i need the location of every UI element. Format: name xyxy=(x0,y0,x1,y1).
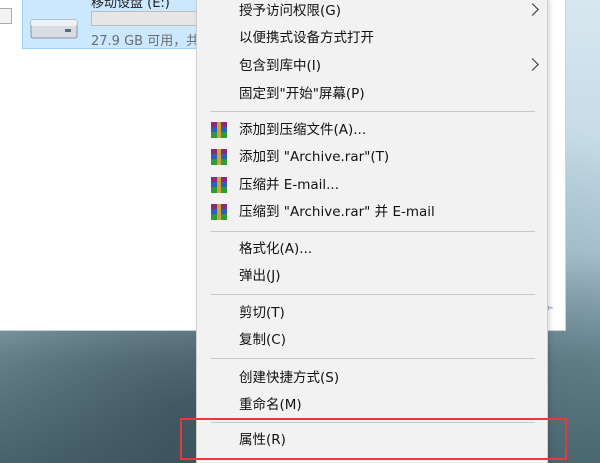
checkbox-stub[interactable] xyxy=(0,8,12,24)
menu-label: 包含到库中(I) xyxy=(239,58,322,74)
menu-create-shortcut[interactable]: 创建快捷方式(S) xyxy=(197,365,547,391)
chevron-right-icon xyxy=(526,58,539,71)
menu-open-portable[interactable]: 以便携式设备方式打开 xyxy=(197,25,547,51)
menu-separator xyxy=(211,231,535,232)
winrar-icon xyxy=(211,177,227,193)
drive-name: 移动设盘 (E:) xyxy=(91,0,170,11)
menu-format[interactable]: 格式化(A)... xyxy=(197,236,547,262)
menu-grant-access[interactable]: 授予访问权限(G) xyxy=(197,0,547,24)
usb-drive-icon xyxy=(30,19,78,39)
menu-label: 压缩并 E-mail... xyxy=(239,177,339,193)
menu-label: 固定到"开始"屏幕(P) xyxy=(239,86,365,102)
menu-separator xyxy=(211,294,535,295)
context-menu: 授予访问权限(G) 以便携式设备方式打开 包含到库中(I) 固定到"开始"屏幕(… xyxy=(196,0,548,463)
winrar-icon xyxy=(211,149,227,165)
menu-cut[interactable]: 剪切(T) xyxy=(197,300,547,326)
menu-pin-start[interactable]: 固定到"开始"屏幕(P) xyxy=(197,81,547,107)
menu-label: 压缩到 "Archive.rar" 并 E-mail xyxy=(239,204,435,220)
menu-label: 添加到压缩文件(A)... xyxy=(239,122,367,138)
menu-eject[interactable]: 弹出(J) xyxy=(197,263,547,289)
menu-label: 弹出(J) xyxy=(239,268,281,284)
menu-rename[interactable]: 重命名(M) xyxy=(197,392,547,418)
menu-compress-email[interactable]: 压缩并 E-mail... xyxy=(197,172,547,198)
menu-label: 复制(C) xyxy=(239,332,286,348)
menu-label: 创建快捷方式(S) xyxy=(239,370,340,386)
winrar-icon xyxy=(211,122,227,138)
menu-label: 剪切(T) xyxy=(239,305,285,321)
menu-separator xyxy=(211,358,535,359)
highlight-box xyxy=(180,418,567,460)
menu-add-archive[interactable]: 添加到压缩文件(A)... xyxy=(197,117,547,143)
winrar-icon xyxy=(211,204,227,220)
menu-include-library[interactable]: 包含到库中(I) xyxy=(197,53,547,79)
menu-label: 添加到 "Archive.rar"(T) xyxy=(239,149,390,165)
menu-copy[interactable]: 复制(C) xyxy=(197,327,547,353)
menu-compress-rar-email[interactable]: 压缩到 "Archive.rar" 并 E-mail xyxy=(197,199,547,225)
menu-label: 授予访问权限(G) xyxy=(239,3,341,19)
menu-add-archive-rar[interactable]: 添加到 "Archive.rar"(T) xyxy=(197,144,547,170)
menu-separator xyxy=(211,111,535,112)
menu-label: 重命名(M) xyxy=(239,397,302,413)
menu-label: 以便携式设备方式打开 xyxy=(239,30,374,46)
drive-free-space: 27.9 GB 可用，共 xyxy=(91,34,200,49)
menu-label: 格式化(A)... xyxy=(239,241,313,257)
chevron-right-icon xyxy=(526,3,539,16)
